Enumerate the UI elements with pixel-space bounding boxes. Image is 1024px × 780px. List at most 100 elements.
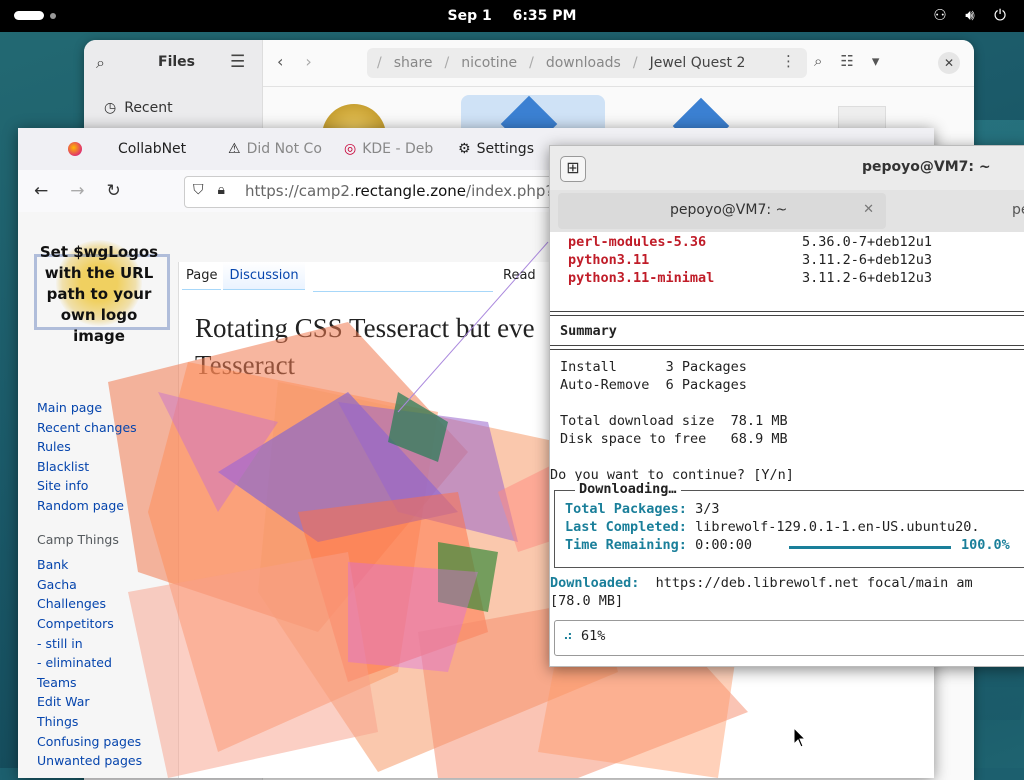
- downloaded-size: [78.0 MB]: [550, 593, 624, 609]
- site-logo[interactable]: Set $wgLogos with the URL path to your o…: [34, 240, 170, 345]
- tab-label: Did Not Co: [246, 141, 322, 157]
- lock-icon[interactable]: 🔒︎: [218, 182, 225, 198]
- files-title: Files: [158, 54, 195, 70]
- firefox-logo-icon[interactable]: [18, 128, 108, 170]
- nav-link[interactable]: Blacklist: [37, 457, 142, 477]
- top-bar: Sep 1 6:35 PM ⚇ 🔊︎ ⏻: [0, 0, 1024, 32]
- download-progress-box: Downloading… Total Packages: 3/3 Last Co…: [554, 481, 1024, 568]
- chevron-down-icon[interactable]: ▾: [872, 52, 880, 70]
- clock-icon: ◷: [104, 100, 117, 116]
- folder-search-icon[interactable]: ⌕: [814, 52, 822, 70]
- nav-link[interactable]: - still in: [37, 634, 142, 654]
- overall-progress: 61%: [581, 628, 606, 644]
- install-line: Install 3 Packages: [560, 359, 747, 375]
- terminal-tab[interactable]: pe: [1012, 202, 1024, 218]
- forward-icon[interactable]: →: [70, 181, 84, 201]
- package-name: perl-modules-5.36: [568, 234, 707, 250]
- hamburger-menu-icon[interactable]: ☰: [230, 52, 245, 72]
- breadcrumb: / share / nicotine / downloads / Jewel Q…: [367, 48, 807, 78]
- package-name: python3.11-minimal: [568, 270, 715, 286]
- download-progress-bar: [789, 546, 951, 549]
- warning-icon: ⚠: [228, 141, 241, 157]
- terminal-tab-bar: pepoyo@VM7: ~ ✕ pe: [550, 190, 1024, 232]
- window-title: pepoyo@VM7: ~: [862, 159, 991, 175]
- files-header: ‹ › / share / nicotine / downloads / Jew…: [263, 40, 974, 87]
- close-icon[interactable]: ✕: [863, 202, 874, 217]
- close-icon[interactable]: ✕: [938, 52, 960, 74]
- package-version: 3.11.2-6+deb12u3: [802, 270, 933, 286]
- tab-page[interactable]: Page: [182, 262, 222, 290]
- network-icon[interactable]: ⚇: [930, 6, 950, 24]
- url-text: https://camp2.rectangle.zone/index.php?t…: [245, 182, 583, 200]
- clock[interactable]: Sep 1 6:35 PM: [0, 0, 1024, 32]
- browser-tab[interactable]: CollabNet: [108, 128, 218, 170]
- more-options-icon[interactable]: ⋮: [781, 52, 796, 70]
- autoremove-line: Auto-Remove 6 Packages: [560, 377, 747, 393]
- browser-tab[interactable]: ⚠ Did Not Co: [218, 128, 334, 170]
- total-packages-value: 3/3: [695, 501, 720, 517]
- nav-link[interactable]: Things: [37, 712, 142, 732]
- volume-icon[interactable]: 🔊︎: [960, 6, 980, 24]
- time-remaining-value: 0:00:00: [695, 537, 752, 553]
- back-icon[interactable]: ‹: [277, 52, 283, 71]
- terminal-header: ⊞ pepoyo@VM7: ~: [550, 146, 1024, 190]
- clock-time: 6:35 PM: [512, 8, 577, 24]
- breadcrumb-current[interactable]: Jewel Quest 2: [650, 55, 746, 71]
- package-name: python3.11: [568, 252, 650, 268]
- page-title: Rotating CSS Tesseract but eve Tesseract: [195, 313, 535, 380]
- browser-tab[interactable]: ⚙ Settings: [448, 128, 558, 170]
- downloaded-url: https://deb.librewolf.net focal/main am: [655, 575, 973, 591]
- spinner-icon: ⠴: [563, 628, 573, 644]
- sidebar-navigation: Main page Recent changes Rules Blacklist…: [37, 398, 142, 771]
- package-version: 5.36.0-7+deb12u1: [802, 234, 933, 250]
- summary-heading: Summary: [560, 323, 617, 339]
- tab-label: pepoyo@VM7: ~: [670, 202, 788, 218]
- sidebar-item-label: Recent: [124, 100, 173, 116]
- shield-icon[interactable]: ⛉: [193, 182, 204, 198]
- tab-label: KDE - Deb: [362, 141, 434, 157]
- terminal-tab[interactable]: pepoyo@VM7: ~ ✕: [558, 193, 886, 229]
- nav-link[interactable]: Challenges: [37, 594, 142, 614]
- download-percent: 100.0%: [961, 537, 1010, 553]
- disk-space-line: Disk space to free 68.9 MB: [560, 431, 788, 447]
- nav-link[interactable]: Rules: [37, 437, 142, 457]
- power-icon[interactable]: ⏻: [990, 6, 1010, 24]
- last-completed-value: librewolf-129.0.1-1.en-US.ubuntu20.: [695, 519, 980, 535]
- nav-link[interactable]: Edit War: [37, 692, 142, 712]
- nav-link[interactable]: Confusing pages: [37, 732, 142, 752]
- clock-date: Sep 1: [447, 8, 492, 24]
- terminal-output[interactable]: perl-modules-5.36 5.36.0-7+deb12u1 pytho…: [550, 232, 1024, 666]
- nav-link[interactable]: Competitors: [37, 614, 142, 634]
- nav-link[interactable]: Bank: [37, 555, 142, 575]
- breadcrumb-item[interactable]: downloads: [546, 55, 621, 71]
- terminal-window[interactable]: ⊞ pepoyo@VM7: ~ pepoyo@VM7: ~ ✕ pe perl-…: [549, 145, 1024, 667]
- list-view-icon[interactable]: ☷: [840, 52, 853, 70]
- breadcrumb-item[interactable]: nicotine: [461, 55, 517, 71]
- package-version: 3.11.2-6+deb12u3: [802, 252, 933, 268]
- nav-link[interactable]: Random page: [37, 496, 142, 516]
- download-size-line: Total download size 78.1 MB: [560, 413, 788, 429]
- forward-icon[interactable]: ›: [305, 52, 311, 71]
- tab-label: CollabNet: [118, 141, 187, 157]
- nav-section-title: Camp Things: [37, 531, 119, 547]
- nav-link[interactable]: Site info: [37, 476, 142, 496]
- nav-link[interactable]: Recent changes: [37, 418, 142, 438]
- tab-discussion[interactable]: Discussion: [223, 262, 305, 290]
- nav-link[interactable]: Gacha: [37, 575, 142, 595]
- nav-link[interactable]: - eliminated: [37, 653, 142, 673]
- nav-link[interactable]: Main page: [37, 398, 142, 418]
- new-tab-icon[interactable]: ⊞: [560, 156, 586, 182]
- debian-icon: ◎: [344, 141, 357, 157]
- nav-link[interactable]: Teams: [37, 673, 142, 693]
- tab-read[interactable]: Read: [503, 268, 536, 283]
- reload-icon[interactable]: ↻: [107, 181, 121, 201]
- browser-tab[interactable]: ◎ KDE - Deb: [334, 128, 448, 170]
- tab-label: Settings: [476, 141, 534, 157]
- breadcrumb-item[interactable]: share: [394, 55, 433, 71]
- gear-icon: ⚙: [458, 141, 471, 157]
- back-icon[interactable]: ←: [34, 181, 48, 201]
- download-box-title: Downloading…: [575, 481, 681, 497]
- sidebar-item-recent[interactable]: ◷ Recent: [104, 100, 173, 116]
- system-tray[interactable]: ⚇ 🔊︎ ⏻: [930, 6, 1010, 24]
- search-icon[interactable]: ⌕: [96, 53, 105, 73]
